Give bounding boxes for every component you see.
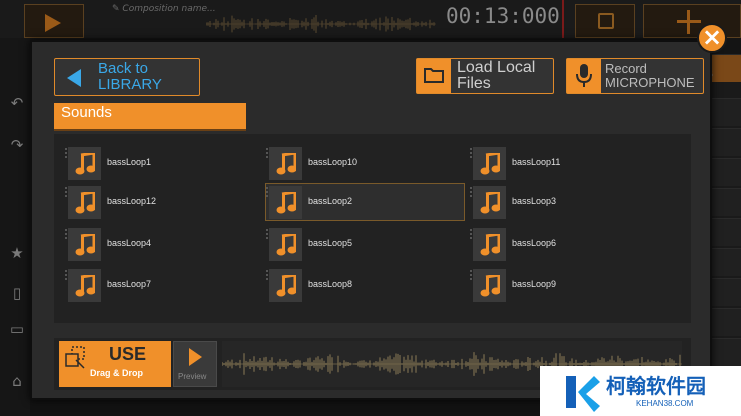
pencil-icon: ✎ — [112, 4, 120, 14]
tab-sounds[interactable]: Sounds — [54, 103, 246, 129]
music-note-icon — [75, 192, 95, 214]
preview-label: Preview — [178, 372, 207, 381]
sound-library-dialog: Back to LIBRARY Load Local Files Record … — [30, 40, 712, 400]
play-icon — [189, 348, 202, 366]
tab-sounds-label: Sounds — [61, 104, 112, 121]
save-icon — [598, 13, 614, 29]
composition-name-field[interactable]: ✎ Composition name... — [112, 4, 216, 14]
app-track-column — [712, 54, 741, 416]
sound-item-name: bassLoop1 — [107, 157, 152, 167]
playback-time: 00:13:000 — [446, 4, 560, 28]
music-note-icon — [480, 192, 500, 214]
app-waveform — [206, 15, 436, 33]
star-icon[interactable]: ★ — [8, 244, 26, 262]
use-drag-drop-button[interactable]: USE Drag & Drop — [59, 341, 171, 387]
sound-item[interactable]: bassLoop5 — [265, 225, 465, 263]
watermark-en: KEHAN38.COM — [636, 399, 694, 408]
sound-list: bassLoop1 bassLoop10 bassLoop11 bassLoop12 b… — [54, 134, 691, 323]
close-dialog-button[interactable]: × — [697, 23, 727, 53]
sound-item[interactable]: bassLoop9 — [469, 266, 669, 304]
music-note-icon — [276, 192, 296, 214]
sound-item[interactable]: bassLoop1 — [64, 144, 264, 182]
undo-icon[interactable]: ↶ — [8, 94, 26, 112]
close-icon: × — [701, 23, 723, 51]
music-note-icon — [480, 234, 500, 256]
home-icon[interactable]: ⌂ — [8, 372, 26, 390]
app-toolbar: ✎ Composition name... 00:13:000 — [0, 0, 741, 38]
music-note-icon — [75, 275, 95, 297]
watermark-cn: 柯翰软件园 — [606, 374, 706, 398]
back-to-library-label: Back to LIBRARY — [98, 60, 162, 93]
music-note-icon — [276, 153, 296, 175]
sound-item[interactable]: bassLoop8 — [265, 266, 465, 304]
sound-item-name: bassLoop4 — [107, 238, 152, 248]
folder-icon[interactable]: ▭ — [8, 320, 26, 338]
sound-item-name: bassLoop7 — [107, 279, 152, 289]
sound-item-name: bassLoop6 — [512, 238, 557, 248]
sound-item[interactable]: bassLoop11 — [469, 144, 669, 182]
drag-drop-label: Drag & Drop — [90, 368, 144, 378]
sound-item-name: bassLoop10 — [308, 157, 358, 167]
sound-item-name: bassLoop9 — [512, 279, 557, 289]
sound-item-name: bassLoop5 — [308, 238, 353, 248]
watermark: 柯翰软件园 KEHAN38.COM — [540, 366, 741, 416]
app-sidebar: ↶ ↷ ★ ▯ ▭ ⌂ — [0, 38, 30, 416]
load-local-files-label: Load Local Files — [457, 59, 536, 92]
sound-item-name: bassLoop12 — [107, 196, 157, 206]
sound-item[interactable]: bassLoop2 — [265, 183, 465, 221]
playhead-line — [562, 0, 564, 38]
sound-item[interactable]: bassLoop7 — [64, 266, 264, 304]
music-note-icon — [480, 153, 500, 175]
app-save-button[interactable] — [575, 4, 635, 38]
music-note-icon — [75, 234, 95, 256]
sound-item-name: bassLoop11 — [512, 157, 561, 167]
microphone-icon — [576, 64, 592, 87]
back-to-library-button[interactable]: Back to LIBRARY — [54, 58, 200, 96]
sound-item[interactable]: bassLoop10 — [265, 144, 465, 182]
play-icon — [45, 14, 61, 32]
music-note-icon — [276, 234, 296, 256]
drag-drop-icon — [65, 346, 85, 369]
sound-item-name: bassLoop8 — [308, 279, 353, 289]
preview-button[interactable]: Preview — [173, 341, 217, 387]
sound-item-name: bassLoop3 — [512, 196, 557, 206]
watermark-logo — [566, 376, 600, 412]
sound-item[interactable]: bassLoop4 — [64, 225, 264, 263]
sound-item[interactable]: bassLoop3 — [469, 183, 669, 221]
app-play-button[interactable] — [24, 4, 84, 38]
file-icon[interactable]: ▯ — [8, 284, 26, 302]
music-note-icon — [276, 275, 296, 297]
sound-item[interactable]: bassLoop6 — [469, 225, 669, 263]
sound-item[interactable]: bassLoop12 — [64, 183, 264, 221]
composition-name-placeholder: Composition name... — [122, 4, 216, 14]
music-note-icon — [480, 275, 500, 297]
sound-item-name: bassLoop2 — [308, 196, 353, 206]
record-microphone-button[interactable]: Record MICROPHONE — [566, 58, 704, 94]
redo-icon[interactable]: ↷ — [8, 136, 26, 154]
use-label: USE — [109, 344, 147, 364]
music-note-icon — [75, 153, 95, 175]
folder-icon — [424, 68, 444, 83]
record-microphone-label: Record MICROPHONE — [605, 61, 695, 90]
back-arrow-icon — [67, 69, 81, 87]
load-local-files-button[interactable]: Load Local Files — [416, 58, 554, 94]
